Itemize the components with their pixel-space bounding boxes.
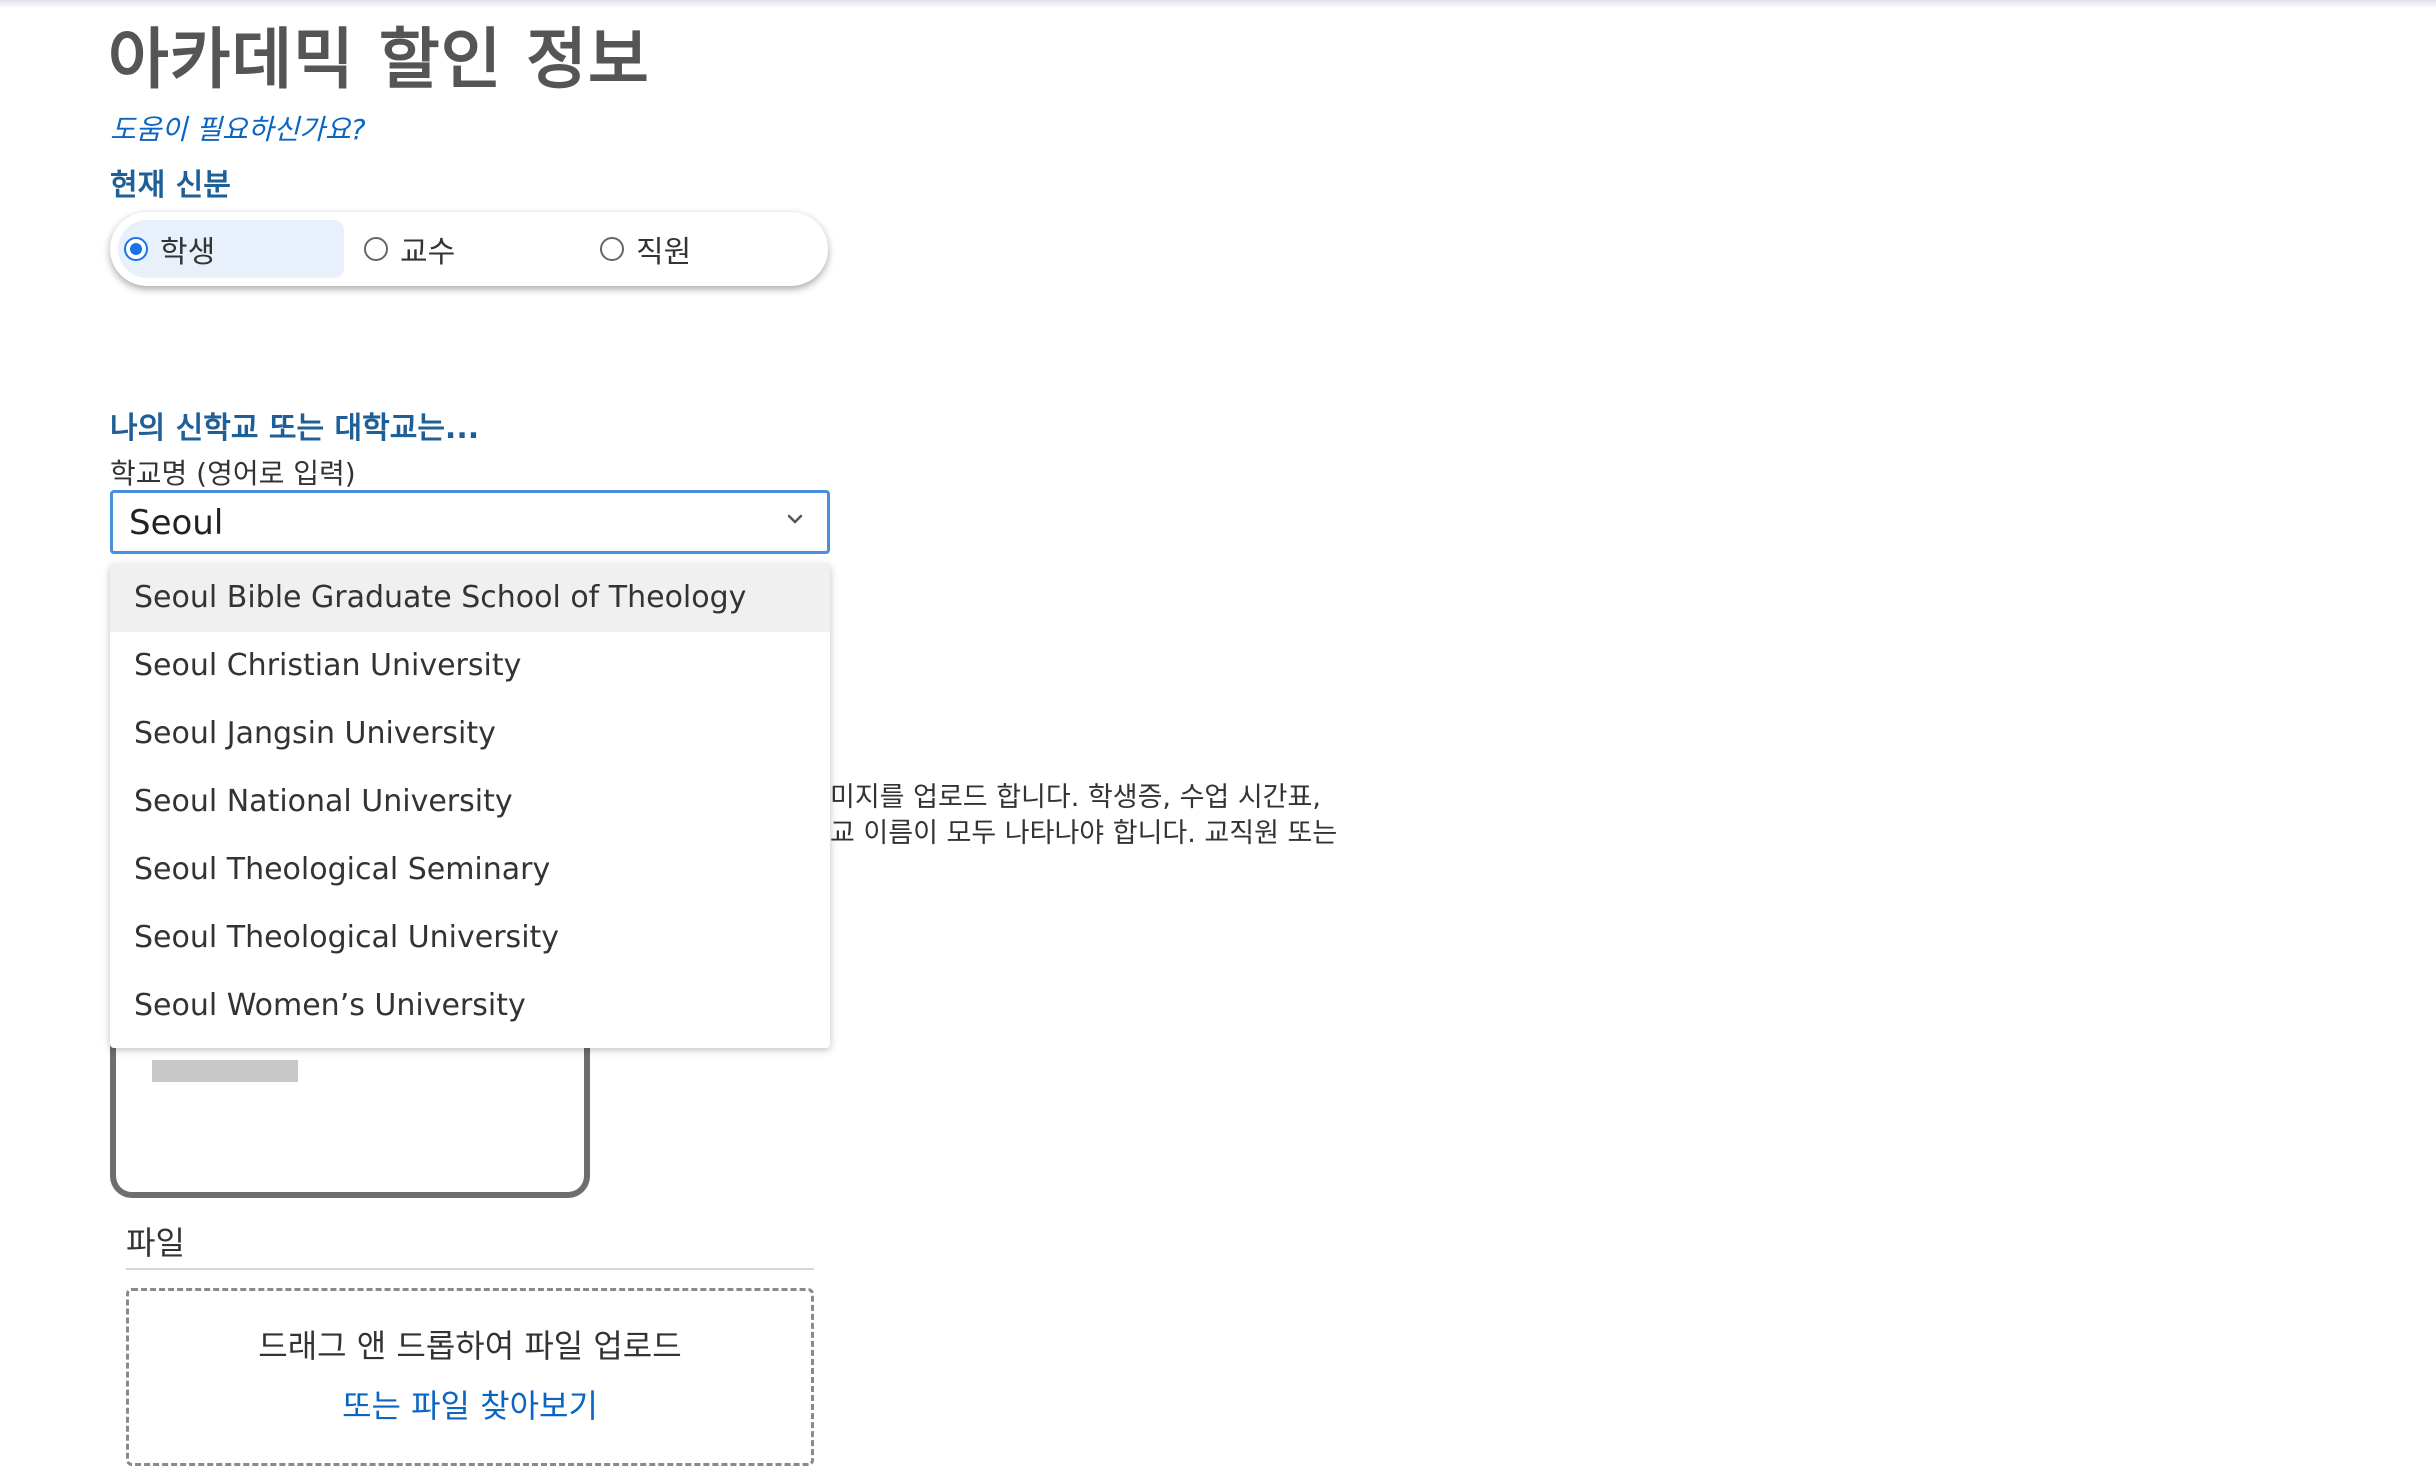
school-section-label: 나의 신학교 또는 대학교는...: [110, 411, 480, 446]
browse-files-link[interactable]: 또는 파일 찾아보기: [129, 1381, 811, 1427]
suggestion-item[interactable]: Seoul Bible Graduate School of Theology: [110, 564, 830, 632]
chevron-down-icon[interactable]: [783, 507, 807, 531]
help-link[interactable]: 도움이 필요하신가요?: [110, 108, 366, 148]
suggestion-item[interactable]: Seoul Jangsin University: [110, 700, 830, 768]
school-name-input[interactable]: [129, 501, 769, 545]
status-radio-group: 학생 교수 직원: [110, 212, 828, 286]
school-suggestions-dropdown: Seoul Bible Graduate School of Theology …: [110, 564, 830, 1048]
status-option-label: 학생: [160, 235, 216, 270]
radio-checked-icon[interactable]: [124, 237, 148, 261]
school-combobox[interactable]: [110, 490, 830, 554]
upload-description-line: 교 이름이 모두 나타나야 합니다. 교직원 또는: [830, 818, 1338, 849]
dropzone-text: 드래그 앤 드롭하여 파일 업로드: [258, 1327, 682, 1365]
radio-unchecked-icon[interactable]: [364, 237, 388, 261]
suggestion-item[interactable]: Seoul National University: [110, 768, 830, 836]
radio-unchecked-icon[interactable]: [600, 237, 624, 261]
status-option-staff[interactable]: 직원: [594, 220, 814, 278]
status-option-faculty[interactable]: 교수: [358, 220, 578, 278]
page-title: 아카데믹 할인 정보: [108, 21, 650, 98]
academic-discount-page: 아카데믹 할인 정보 도움이 필요하신가요? 현재 신분 학생 교수 직원 나의…: [0, 0, 2436, 1480]
suggestion-item[interactable]: Seoul Women’s University: [110, 972, 830, 1040]
status-option-label: 교수: [400, 235, 456, 270]
upload-description-line: 미지를 업로드 합니다. 학생증, 수업 시간표,: [830, 782, 1321, 813]
file-dropzone[interactable]: 드래그 앤 드롭하여 파일 업로드 또는 파일 찾아보기: [126, 1288, 814, 1466]
upload-description: 미지를 업로드 합니다. 학생증, 수업 시간표, 교 이름이 모두 나타나야 …: [830, 780, 1337, 852]
status-option-student[interactable]: 학생: [118, 220, 344, 278]
suggestion-item[interactable]: Seoul Theological University: [110, 904, 830, 972]
suggestion-item[interactable]: Seoul Theological Seminary: [110, 836, 830, 904]
suggestion-item[interactable]: Seoul Christian University: [110, 632, 830, 700]
file-divider: [126, 1268, 814, 1270]
file-label: 파일: [126, 1224, 185, 1262]
school-name-label: 학교명 (영어로 입력): [110, 457, 356, 490]
status-section-label: 현재 신분: [110, 168, 231, 203]
status-option-label: 직원: [636, 235, 692, 270]
